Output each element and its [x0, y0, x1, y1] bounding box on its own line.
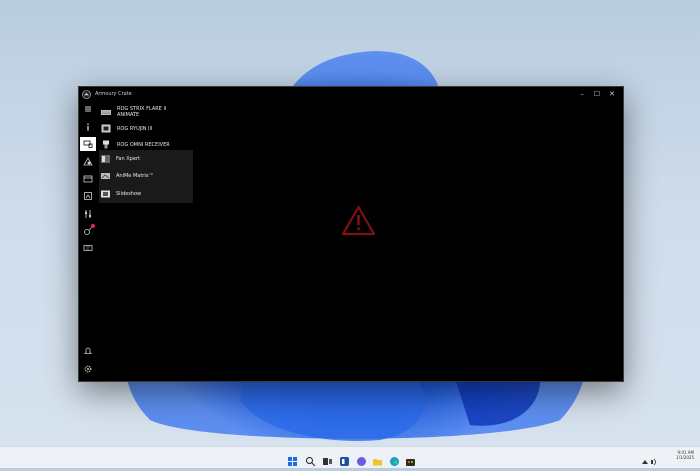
warning-triangle-icon	[341, 205, 376, 236]
settings-tools-icon	[85, 210, 91, 218]
file-explorer-button[interactable]	[372, 452, 383, 466]
notification-icon	[84, 347, 92, 354]
close-button[interactable]: ✕	[606, 89, 618, 100]
clock-date: 1/1/2025	[676, 455, 694, 460]
submenu-item-slideshow[interactable]: Slideshow	[99, 185, 193, 202]
edge-browser-icon	[390, 457, 399, 466]
game-library-icon	[83, 175, 93, 183]
sidebar-item-news[interactable]	[80, 241, 96, 255]
sidebar-settings[interactable]	[80, 362, 96, 376]
info-icon	[87, 123, 89, 131]
notification-badge	[91, 224, 95, 228]
anime-matrix-icon	[101, 172, 110, 179]
sidebar	[79, 102, 97, 381]
clock[interactable]: 9:01 AM 1/1/2025	[664, 450, 694, 460]
rog-logo-icon	[82, 90, 91, 99]
sidebar-item-tools[interactable]	[80, 207, 96, 221]
edge-button[interactable]	[389, 452, 400, 466]
device-item-ryujin[interactable]: ROG RYUJIN III	[99, 122, 195, 135]
maximize-button[interactable]: ☐	[591, 89, 603, 100]
receiver-icon	[103, 140, 109, 149]
tray-status[interactable]	[641, 452, 659, 466]
start-button[interactable]	[287, 452, 298, 466]
app-window: Armoury Crate – ☐ ✕ ROG STRIX FLARE II A…	[78, 86, 624, 382]
slideshow-icon	[101, 190, 110, 197]
aura-icon	[83, 157, 93, 166]
title-bar[interactable]: Armoury Crate – ☐ ✕	[79, 87, 623, 102]
device-label-line2: ANIMATE	[117, 112, 140, 118]
teams-chat-button[interactable]	[356, 452, 367, 466]
fan-icon	[101, 154, 110, 163]
minimize-button[interactable]: –	[576, 89, 588, 100]
folder-icon	[373, 459, 382, 466]
window-title: Armoury Crate	[95, 91, 132, 97]
tools-submenu: Fan Xpert AniMe Matrix™ Slideshow	[99, 150, 193, 203]
sidebar-item-game-library[interactable]	[80, 172, 96, 186]
widgets-icon	[340, 457, 349, 466]
submenu-label: AniMe Matrix™	[116, 172, 154, 179]
device-label: ROG RYUJIN III	[117, 125, 153, 132]
cooler-icon	[101, 124, 111, 133]
menu-icon	[85, 106, 91, 112]
taskbar: 9:01 AM 1/1/2025	[0, 446, 700, 468]
sidebar-item-aura[interactable]	[80, 155, 96, 169]
sidebar-item-deals[interactable]	[80, 224, 96, 238]
store-icon	[406, 459, 415, 466]
news-icon	[83, 245, 93, 251]
submenu-item-anime-matrix[interactable]: AniMe Matrix™	[99, 167, 193, 184]
search-button[interactable]	[305, 452, 316, 467]
search-icon	[306, 457, 316, 467]
sidebar-item-info[interactable]	[80, 120, 96, 134]
submenu-item-fan-xpert[interactable]: Fan Xpert	[99, 150, 193, 167]
widgets-button[interactable]	[339, 452, 350, 466]
submenu-label: Fan Xpert	[116, 155, 140, 162]
sidebar-item-devices[interactable]	[80, 137, 96, 151]
sidebar-notifications[interactable]	[80, 344, 96, 358]
submenu-label: Slideshow	[116, 190, 142, 197]
store-button[interactable]	[405, 452, 416, 466]
device-item-strix-flare[interactable]: ROG STRIX FLARE II ANIMATE	[99, 104, 195, 120]
task-view-icon	[323, 458, 332, 465]
windows-start-icon	[288, 457, 297, 466]
sidebar-item-featured[interactable]	[80, 189, 96, 203]
task-view-button[interactable]	[322, 452, 333, 465]
chat-icon	[357, 457, 366, 466]
keyboard-icon	[101, 109, 111, 115]
device-label: ROG OMNI RECEIVER	[117, 141, 170, 148]
sidebar-menu[interactable]	[80, 102, 96, 116]
devices-icon	[83, 140, 93, 148]
settings-gear-icon	[84, 365, 92, 373]
network-volume-icon	[642, 458, 656, 466]
featured-icon	[84, 192, 92, 200]
